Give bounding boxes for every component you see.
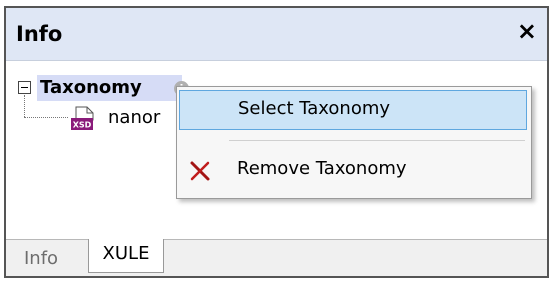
panel-titlebar: Info × [6, 8, 547, 61]
close-icon[interactable]: × [517, 19, 537, 43]
xsd-icon-text: XSD [73, 121, 92, 130]
panel-title: Info [16, 22, 63, 46]
menu-item-select-taxonomy[interactable]: Select Taxonomy [179, 90, 527, 130]
menu-separator [229, 140, 525, 141]
tree-node-taxonomy[interactable]: Taxonomy [37, 75, 182, 101]
tree-connector [24, 117, 68, 118]
tree-connector [24, 95, 25, 117]
menu-item-remove-taxonomy[interactable]: Remove Taxonomy [179, 151, 527, 191]
menu-item-label: Remove Taxonomy [237, 158, 407, 179]
collapse-icon[interactable] [18, 81, 31, 94]
tab-xule[interactable]: XULE [88, 239, 164, 273]
xsd-file-icon: XSD [71, 106, 94, 130]
remove-x-icon [190, 161, 210, 181]
context-menu: Select Taxonomy Remove Taxonomy [176, 86, 532, 199]
tree-node-child[interactable]: nanor [108, 107, 160, 129]
tab-info[interactable]: Info [24, 248, 58, 269]
tab-bar: Info XULE [6, 239, 547, 276]
menu-item-label: Select Taxonomy [238, 98, 391, 119]
